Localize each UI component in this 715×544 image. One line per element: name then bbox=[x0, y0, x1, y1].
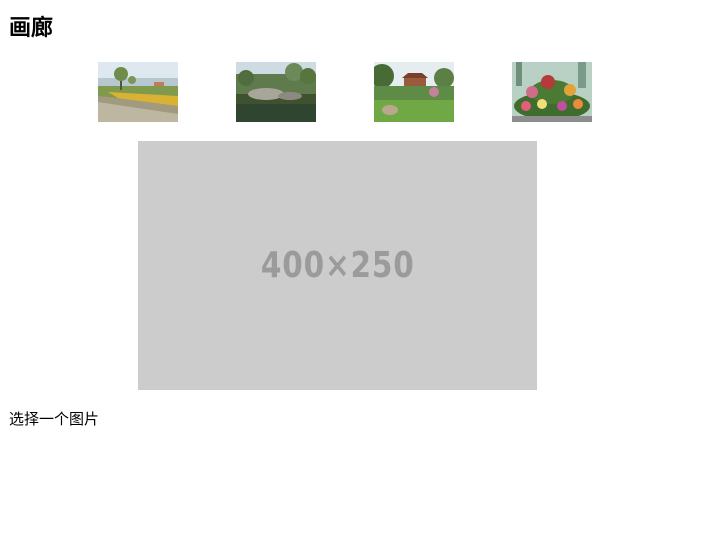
page-title: 画廊 bbox=[9, 15, 54, 41]
thumbnail-4[interactable] bbox=[512, 62, 592, 122]
thumbnail-image-lawn bbox=[374, 62, 454, 122]
thumbnail-1[interactable] bbox=[98, 62, 178, 122]
thumbnail-image-pond bbox=[236, 62, 316, 122]
thumbnail-list bbox=[0, 62, 715, 123]
thumbnail-2[interactable] bbox=[236, 62, 316, 122]
thumbnail-3[interactable] bbox=[374, 62, 454, 122]
image-caption: 选择一个图片 bbox=[9, 410, 100, 428]
placeholder-size-label: 400×250 bbox=[260, 245, 415, 286]
main-image-placeholder: 400×250 bbox=[138, 141, 537, 390]
thumbnail-image-field bbox=[98, 62, 178, 122]
thumbnail-image-flowers bbox=[512, 62, 592, 122]
gallery-page: 画廊 400×250 选择一个图片 bbox=[0, 0, 715, 544]
